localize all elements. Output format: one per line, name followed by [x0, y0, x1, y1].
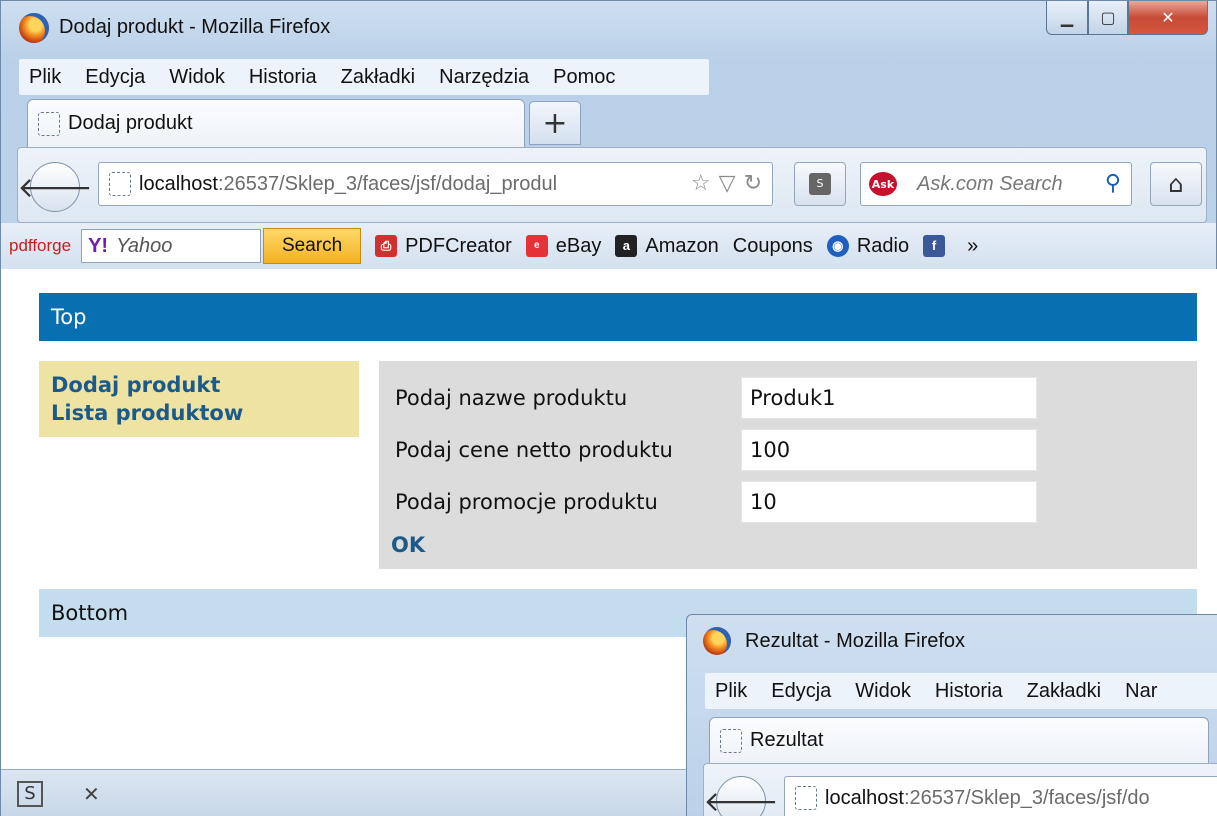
extension-button[interactable]: S	[794, 162, 846, 206]
page-icon	[720, 728, 742, 753]
product-promo-input[interactable]	[741, 481, 1037, 523]
facebook-bookmark[interactable]: f	[923, 235, 953, 257]
yahoo-placeholder: Yahoo	[116, 234, 173, 257]
yahoo-search-button[interactable]: Search	[263, 228, 362, 264]
menu-widok[interactable]: Widok	[169, 66, 225, 89]
menu-edycja[interactable]: Edycja	[85, 66, 145, 89]
back-button[interactable]: 🡐	[703, 776, 779, 816]
back-button[interactable]: 🡐	[17, 162, 93, 212]
url-bar[interactable]: localhost:26537/Sklep_3/faces/jsf/dodaj_…	[98, 162, 773, 206]
menu-zakladki[interactable]: Zakładki	[1027, 680, 1101, 703]
menu-historia[interactable]: Historia	[249, 66, 317, 89]
arrow-left-icon: 🡐	[703, 785, 779, 816]
bookmark-ebay[interactable]: e eBay	[525, 235, 601, 258]
menu-plik[interactable]: Plik	[715, 680, 747, 703]
site-identity-icon[interactable]	[795, 786, 817, 810]
extension-icon: S	[809, 173, 831, 195]
price-row: Podaj cene netto produktu	[395, 429, 1037, 471]
menu-plik[interactable]: Plik	[29, 66, 61, 89]
menu-widok[interactable]: Widok	[855, 680, 911, 703]
dropdown-icon[interactable]: ▽	[719, 171, 736, 196]
pdfforge-logo[interactable]: pdfforge	[9, 236, 71, 256]
result-window[interactable]: Rezultat - Mozilla Firefox Plik Edycja W…	[686, 614, 1217, 816]
menu-bar: Plik Edycja Widok Historia Zakładki Nar	[705, 673, 1217, 709]
minimize-button[interactable]: ▁	[1046, 1, 1088, 35]
page-icon	[38, 111, 60, 136]
pdf-icon: ⎙	[375, 235, 398, 257]
ebay-icon: e	[525, 235, 548, 257]
addon-icon[interactable]: S	[17, 780, 43, 807]
ok-button[interactable]: OK	[391, 533, 425, 557]
search-box[interactable]: Ask Ask.com Search ⚲	[860, 162, 1132, 206]
navigation-bar: 🡐 localhost:26537/Sklep_3/faces/jsf/do	[703, 763, 1217, 816]
bookmarks-overflow[interactable]: »	[967, 235, 978, 258]
tab-strip: Dodaj produkt +	[27, 99, 587, 147]
link-dodaj-produkt[interactable]: Dodaj produkt	[51, 371, 347, 399]
menu-historia[interactable]: Historia	[935, 680, 1003, 703]
close-button[interactable]: ✕	[1128, 1, 1208, 35]
search-placeholder: Ask.com Search	[917, 172, 1063, 195]
name-label: Podaj nazwe produktu	[395, 386, 628, 410]
product-form: Podaj nazwe produktu Podaj cene netto pr…	[379, 361, 1197, 569]
name-row: Podaj nazwe produktu	[395, 377, 1037, 419]
menu-pomoc[interactable]: Pomoc	[553, 66, 615, 89]
window-title: Rezultat - Mozilla Firefox	[745, 630, 966, 652]
window-title: Dodaj produkt - Mozilla Firefox	[59, 16, 331, 38]
star-icon[interactable]: ☆	[691, 171, 711, 196]
maximize-button[interactable]: ▢	[1088, 1, 1128, 35]
navigation-bar: 🡐 localhost:26537/Sklep_3/faces/jsf/doda…	[17, 147, 1207, 223]
menu-narzedzia[interactable]: Nar	[1125, 680, 1157, 703]
menu-zakladki[interactable]: Zakładki	[341, 66, 415, 89]
new-tab-button[interactable]: +	[529, 101, 581, 145]
bookmark-coupons[interactable]: Coupons	[733, 235, 813, 258]
top-banner: Top	[39, 293, 1197, 341]
home-button[interactable]: ⌂	[1150, 162, 1202, 206]
menu-narzedzia[interactable]: Narzędzia	[439, 66, 529, 89]
close-icon[interactable]: ✕	[83, 782, 100, 806]
menu-edycja[interactable]: Edycja	[771, 680, 831, 703]
amazon-icon: a	[615, 235, 638, 257]
product-price-input[interactable]	[741, 429, 1037, 471]
ask-logo-icon: Ask	[869, 172, 897, 196]
search-icon[interactable]: ⚲	[1105, 171, 1121, 196]
home-icon: ⌂	[1168, 170, 1184, 198]
url-host: localhost	[139, 172, 218, 195]
tab-label: Rezultat	[750, 729, 824, 751]
tab-label: Dodaj produkt	[68, 112, 193, 134]
promo-row: Podaj promocje produktu	[395, 481, 1037, 523]
url-bar[interactable]: localhost:26537/Sklep_3/faces/jsf/do	[784, 776, 1217, 816]
tab-rezultat[interactable]: Rezultat	[709, 717, 1209, 763]
firefox-icon	[703, 627, 731, 655]
site-identity-icon[interactable]	[109, 172, 131, 196]
bookmark-pdfcreator[interactable]: ⎙ PDFCreator	[375, 235, 512, 258]
facebook-icon: f	[923, 235, 946, 257]
tab-dodaj-produkt[interactable]: Dodaj produkt	[27, 99, 525, 147]
reload-icon[interactable]: ↻	[744, 171, 762, 196]
bookmarks-toolbar: pdfforge Y! Yahoo Search ⎙ PDFCreator e eB…	[1, 223, 1216, 269]
promo-label: Podaj promocje produktu	[395, 490, 658, 514]
url-path: :26537/Sklep_3/faces/jsf/do	[903, 786, 1150, 809]
yahoo-search-input[interactable]: Y! Yahoo	[81, 229, 262, 263]
price-label: Podaj cene netto produktu	[395, 438, 673, 462]
firefox-icon	[19, 13, 49, 43]
url-tools: ☆ ▽ ↻	[691, 171, 762, 196]
yahoo-icon: Y!	[88, 234, 109, 257]
menu-bar: Plik Edycja Widok Historia Zakładki Narz…	[19, 59, 709, 95]
left-navigation: Dodaj produkt Lista produktow	[39, 361, 359, 437]
url-host: localhost	[825, 786, 904, 809]
radio-icon: ◉	[826, 235, 849, 257]
url-path: :26537/Sklep_3/faces/jsf/dodaj_produl	[217, 172, 558, 195]
product-name-input[interactable]	[741, 377, 1037, 419]
link-lista-produktow[interactable]: Lista produktow	[51, 399, 347, 427]
bookmark-radio[interactable]: ◉ Radio	[826, 235, 909, 258]
arrow-left-icon: 🡐	[17, 171, 93, 204]
bookmark-amazon[interactable]: a Amazon	[615, 235, 719, 258]
window-controls: ▁ ▢ ✕	[1046, 1, 1208, 35]
title-bar: Dodaj produkt - Mozilla Firefox ▁ ▢ ✕	[1, 1, 1216, 57]
